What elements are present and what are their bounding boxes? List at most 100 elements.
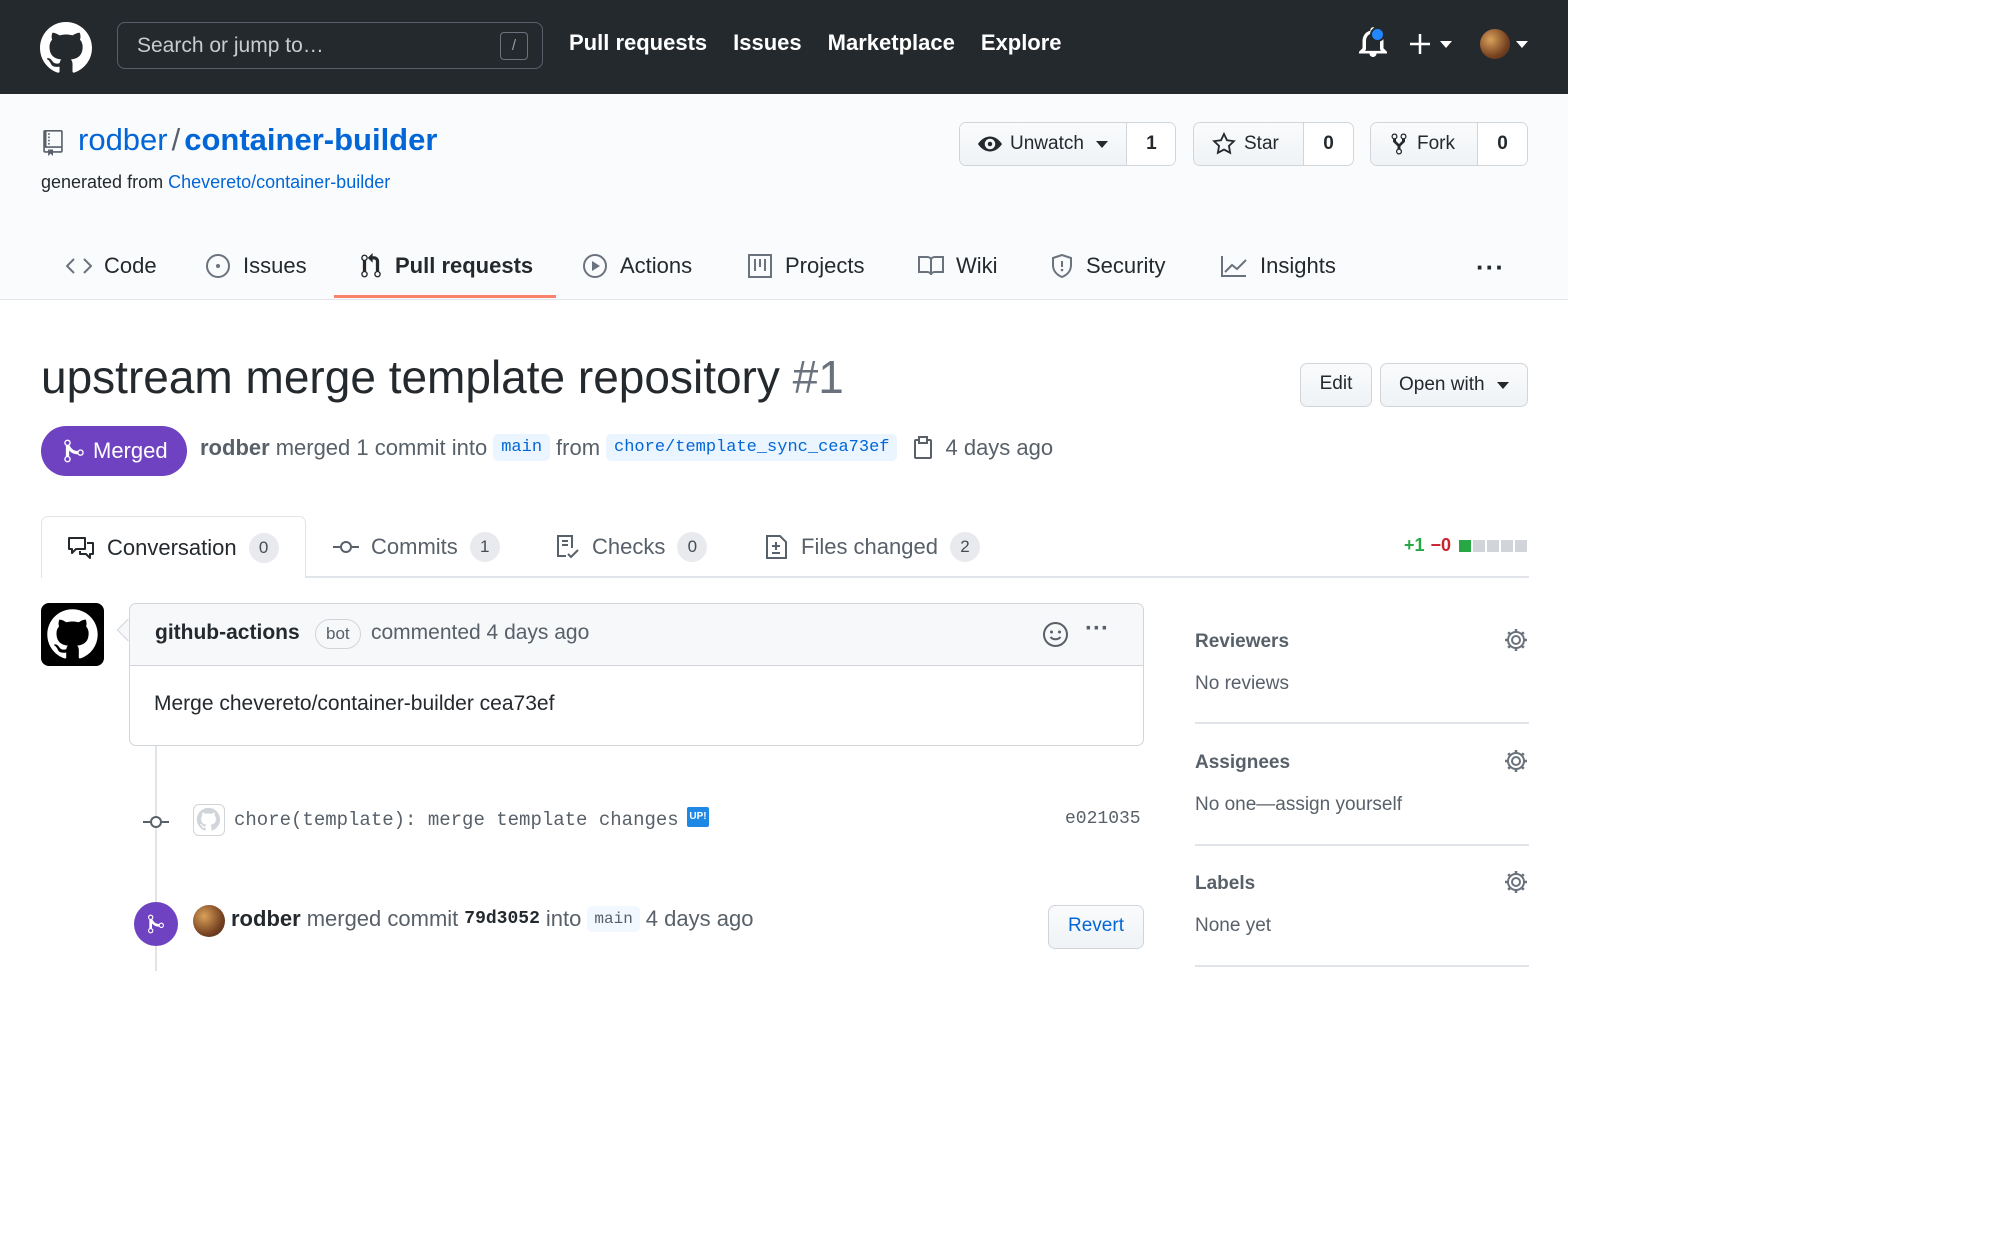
diffstat: +1 −0 (1404, 535, 1528, 556)
tab-files-changed-label: Files changed (801, 534, 938, 559)
global-header: Search or jump to… / Pull requests Issue… (0, 0, 1568, 94)
star-button[interactable]: Star (1194, 123, 1303, 165)
gear-icon[interactable] (1503, 627, 1529, 653)
diffstat-block-neutral (1501, 539, 1514, 552)
git-pull-request-icon (361, 253, 381, 278)
tab-projects[interactable]: Projects (747, 232, 864, 300)
user-avatar[interactable] (1480, 29, 1510, 59)
comment-options-kebab-icon[interactable]: ··· (1085, 615, 1109, 643)
comment-discussion-icon (68, 536, 94, 559)
gear-icon[interactable] (1503, 869, 1529, 895)
labels-title[interactable]: Labels (1195, 873, 1529, 895)
open-with-button[interactable]: Open with (1380, 363, 1528, 407)
github-logo-icon[interactable] (40, 22, 92, 74)
copy-clipboard-icon[interactable] (913, 435, 933, 460)
git-merge-icon (148, 914, 164, 934)
reviewers-title[interactable]: Reviewers (1195, 631, 1529, 653)
template-repo-link[interactable]: Chevereto/container-builder (168, 172, 390, 192)
base-branch-label[interactable]: main (493, 434, 551, 461)
edit-title-button[interactable]: Edit (1300, 363, 1372, 407)
assignees-value[interactable]: No one—assign yourself (1195, 794, 1529, 816)
tab-wiki[interactable]: Wiki (918, 232, 998, 300)
tab-commits[interactable]: Commits 1 (333, 516, 500, 578)
merge-event-badge (134, 902, 178, 946)
comment-author-link[interactable]: github-actions (155, 621, 300, 645)
gear-icon[interactable] (1503, 748, 1529, 774)
git-commit-icon (333, 541, 359, 553)
tab-insights-label: Insights (1260, 253, 1336, 278)
tab-code[interactable]: Code (66, 232, 157, 300)
repository-header: rodber / container-builder generated from … (0, 94, 1568, 300)
global-nav-explore[interactable]: Explore (981, 30, 1062, 56)
code-icon (66, 258, 92, 274)
comment-header: github-actions bot commented 4 days ago … (130, 604, 1143, 666)
global-nav-pull-requests[interactable]: Pull requests (569, 30, 707, 56)
graph-icon (1221, 256, 1247, 277)
files-changed-count: 2 (949, 532, 980, 562)
tab-pull-requests[interactable]: Pull requests (359, 232, 533, 300)
forks-count[interactable]: 0 (1477, 123, 1527, 165)
fork-button[interactable]: Fork (1371, 123, 1477, 165)
tab-conversation[interactable]: Conversation 0 (41, 516, 306, 578)
tab-code-label: Code (104, 253, 157, 278)
repo-owner-link[interactable]: rodber (78, 122, 168, 157)
sidebar-assignees: Assignees No one—assign yourself (1195, 750, 1529, 816)
pr-number: #1 (792, 351, 844, 403)
repo-name-link[interactable]: container-builder (184, 122, 437, 157)
diffstat-block-added (1459, 539, 1472, 552)
stargazers-count[interactable]: 0 (1303, 123, 1353, 165)
tab-security-label: Security (1086, 253, 1166, 278)
comment-author-avatar[interactable] (41, 603, 104, 666)
unwatch-button[interactable]: Unwatch (960, 123, 1126, 165)
repo-nav-more-button[interactable]: ··· (1476, 252, 1505, 283)
unwatch-label: Unwatch (1010, 133, 1084, 154)
comment-body: Merge chevereto/container-builder cea73e… (154, 692, 555, 715)
smiley-reaction-icon[interactable] (1042, 621, 1069, 648)
diffstat-block-neutral (1487, 539, 1500, 552)
assignees-title[interactable]: Assignees (1195, 752, 1529, 774)
sidebar-divider (1195, 844, 1529, 846)
tab-files-changed[interactable]: Files changed 2 (765, 516, 980, 578)
labels-value: None yet (1195, 915, 1272, 936)
user-menu-caret-icon[interactable] (1516, 41, 1528, 48)
merge-event-time[interactable]: 4 days ago (646, 906, 754, 932)
generated-from-label: generated from (41, 172, 164, 192)
tab-actions[interactable]: Actions (582, 232, 692, 300)
create-new-plus-icon[interactable] (1410, 30, 1454, 58)
commit-sha-link[interactable]: e021035 (1065, 809, 1141, 829)
commit-author-avatar[interactable] (193, 804, 225, 836)
tab-projects-label: Projects (785, 253, 865, 278)
tab-checks-label: Checks (592, 534, 666, 559)
head-branch-label[interactable]: chore/template_sync_cea73ef (606, 434, 898, 461)
github-logo-icon (196, 807, 221, 831)
repo-title: rodber / container-builder (78, 122, 437, 158)
tab-checks[interactable]: Checks 0 (556, 516, 708, 578)
tab-conversation-label: Conversation (107, 534, 237, 560)
repo-icon (43, 130, 63, 156)
commit-message-link[interactable]: chore(template): merge template changes (234, 809, 679, 831)
commits-count: 1 (469, 532, 500, 562)
revert-button[interactable]: Revert (1048, 905, 1144, 949)
merge-event-verb: merged commit (306, 906, 459, 931)
pr-author-link[interactable]: rodber (200, 435, 270, 461)
comment-timestamp[interactable]: commented 4 days ago (371, 621, 589, 645)
tab-security[interactable]: Security (1050, 232, 1165, 300)
eye-icon (978, 136, 1002, 152)
merge-event-into: into (545, 906, 582, 931)
tab-pull-requests-label: Pull requests (395, 253, 534, 278)
merge-actor-link[interactable]: rodber (231, 906, 301, 932)
shield-icon (1052, 253, 1072, 279)
global-nav-issues[interactable]: Issues (733, 30, 802, 56)
merge-target-branch[interactable]: main (587, 906, 640, 932)
pr-merged-text: merged 1 commit into (275, 434, 488, 460)
merge-actor-avatar[interactable] (193, 905, 225, 937)
tab-insights[interactable]: Insights (1220, 232, 1336, 300)
merge-commit-sha-link[interactable]: 79d3052 (464, 909, 540, 929)
global-nav-marketplace[interactable]: Marketplace (828, 30, 955, 56)
diffstat-block-neutral (1515, 539, 1528, 552)
global-search-input[interactable]: Search or jump to… / (117, 22, 543, 69)
tab-issues[interactable]: Issues (205, 232, 307, 300)
book-icon (918, 256, 944, 276)
watchers-count[interactable]: 1 (1125, 123, 1175, 165)
sidebar-divider (1195, 722, 1529, 724)
